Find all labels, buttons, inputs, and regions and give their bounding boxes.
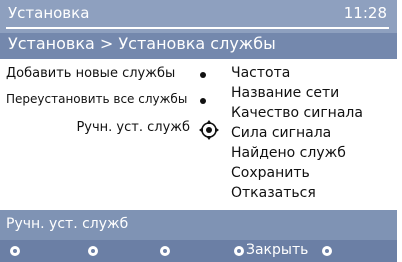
tv-menu-screen: Установка 11:28 Установка > Установка сл… bbox=[0, 0, 397, 262]
option-signal-strength[interactable]: Сила сигнала bbox=[231, 125, 331, 141]
menu-item-reinstall-all-services[interactable]: Переустановить все службы bbox=[6, 92, 187, 106]
radio-dot-icon bbox=[200, 98, 206, 104]
left-menu-panel: Добавить новые службы Переустановить все… bbox=[0, 59, 222, 210]
ok-key-icon[interactable] bbox=[322, 246, 332, 256]
option-cancel[interactable]: Отказаться bbox=[231, 185, 316, 201]
breadcrumb-bar: Установка > Установка службы bbox=[0, 33, 397, 59]
option-network-name[interactable]: Название сети bbox=[231, 85, 339, 101]
option-save[interactable]: Сохранить bbox=[231, 165, 310, 181]
menu-title: Установка bbox=[8, 4, 90, 22]
close-button[interactable]: Закрыть bbox=[246, 242, 308, 258]
menu-item-add-new-services[interactable]: Добавить новые службы bbox=[6, 66, 175, 81]
title-bar: Установка 11:28 bbox=[0, 0, 397, 33]
clock: 11:28 bbox=[343, 4, 387, 22]
yellow-key-icon[interactable] bbox=[160, 246, 170, 256]
right-menu-panel: Частота Название сети Качество сигнала С… bbox=[222, 59, 397, 210]
navigation-pad-icon bbox=[199, 120, 219, 140]
green-key-icon[interactable] bbox=[88, 246, 98, 256]
color-key-bar: Закрыть bbox=[0, 240, 397, 262]
status-bar: Ручн. уст. служб bbox=[0, 210, 397, 240]
red-key-icon[interactable] bbox=[10, 246, 20, 256]
breadcrumb: Установка > Установка службы bbox=[8, 34, 276, 53]
option-frequency[interactable]: Частота bbox=[231, 65, 290, 81]
status-text: Ручн. уст. служб bbox=[6, 216, 129, 232]
title-divider bbox=[6, 27, 389, 29]
option-signal-quality[interactable]: Качество сигнала bbox=[231, 105, 363, 121]
option-services-found[interactable]: Найдено служб bbox=[231, 145, 346, 161]
blue-key-icon[interactable] bbox=[234, 246, 244, 256]
menu-item-manual-install[interactable]: Ручн. уст. служб bbox=[76, 120, 190, 135]
radio-dot-icon bbox=[200, 72, 206, 78]
